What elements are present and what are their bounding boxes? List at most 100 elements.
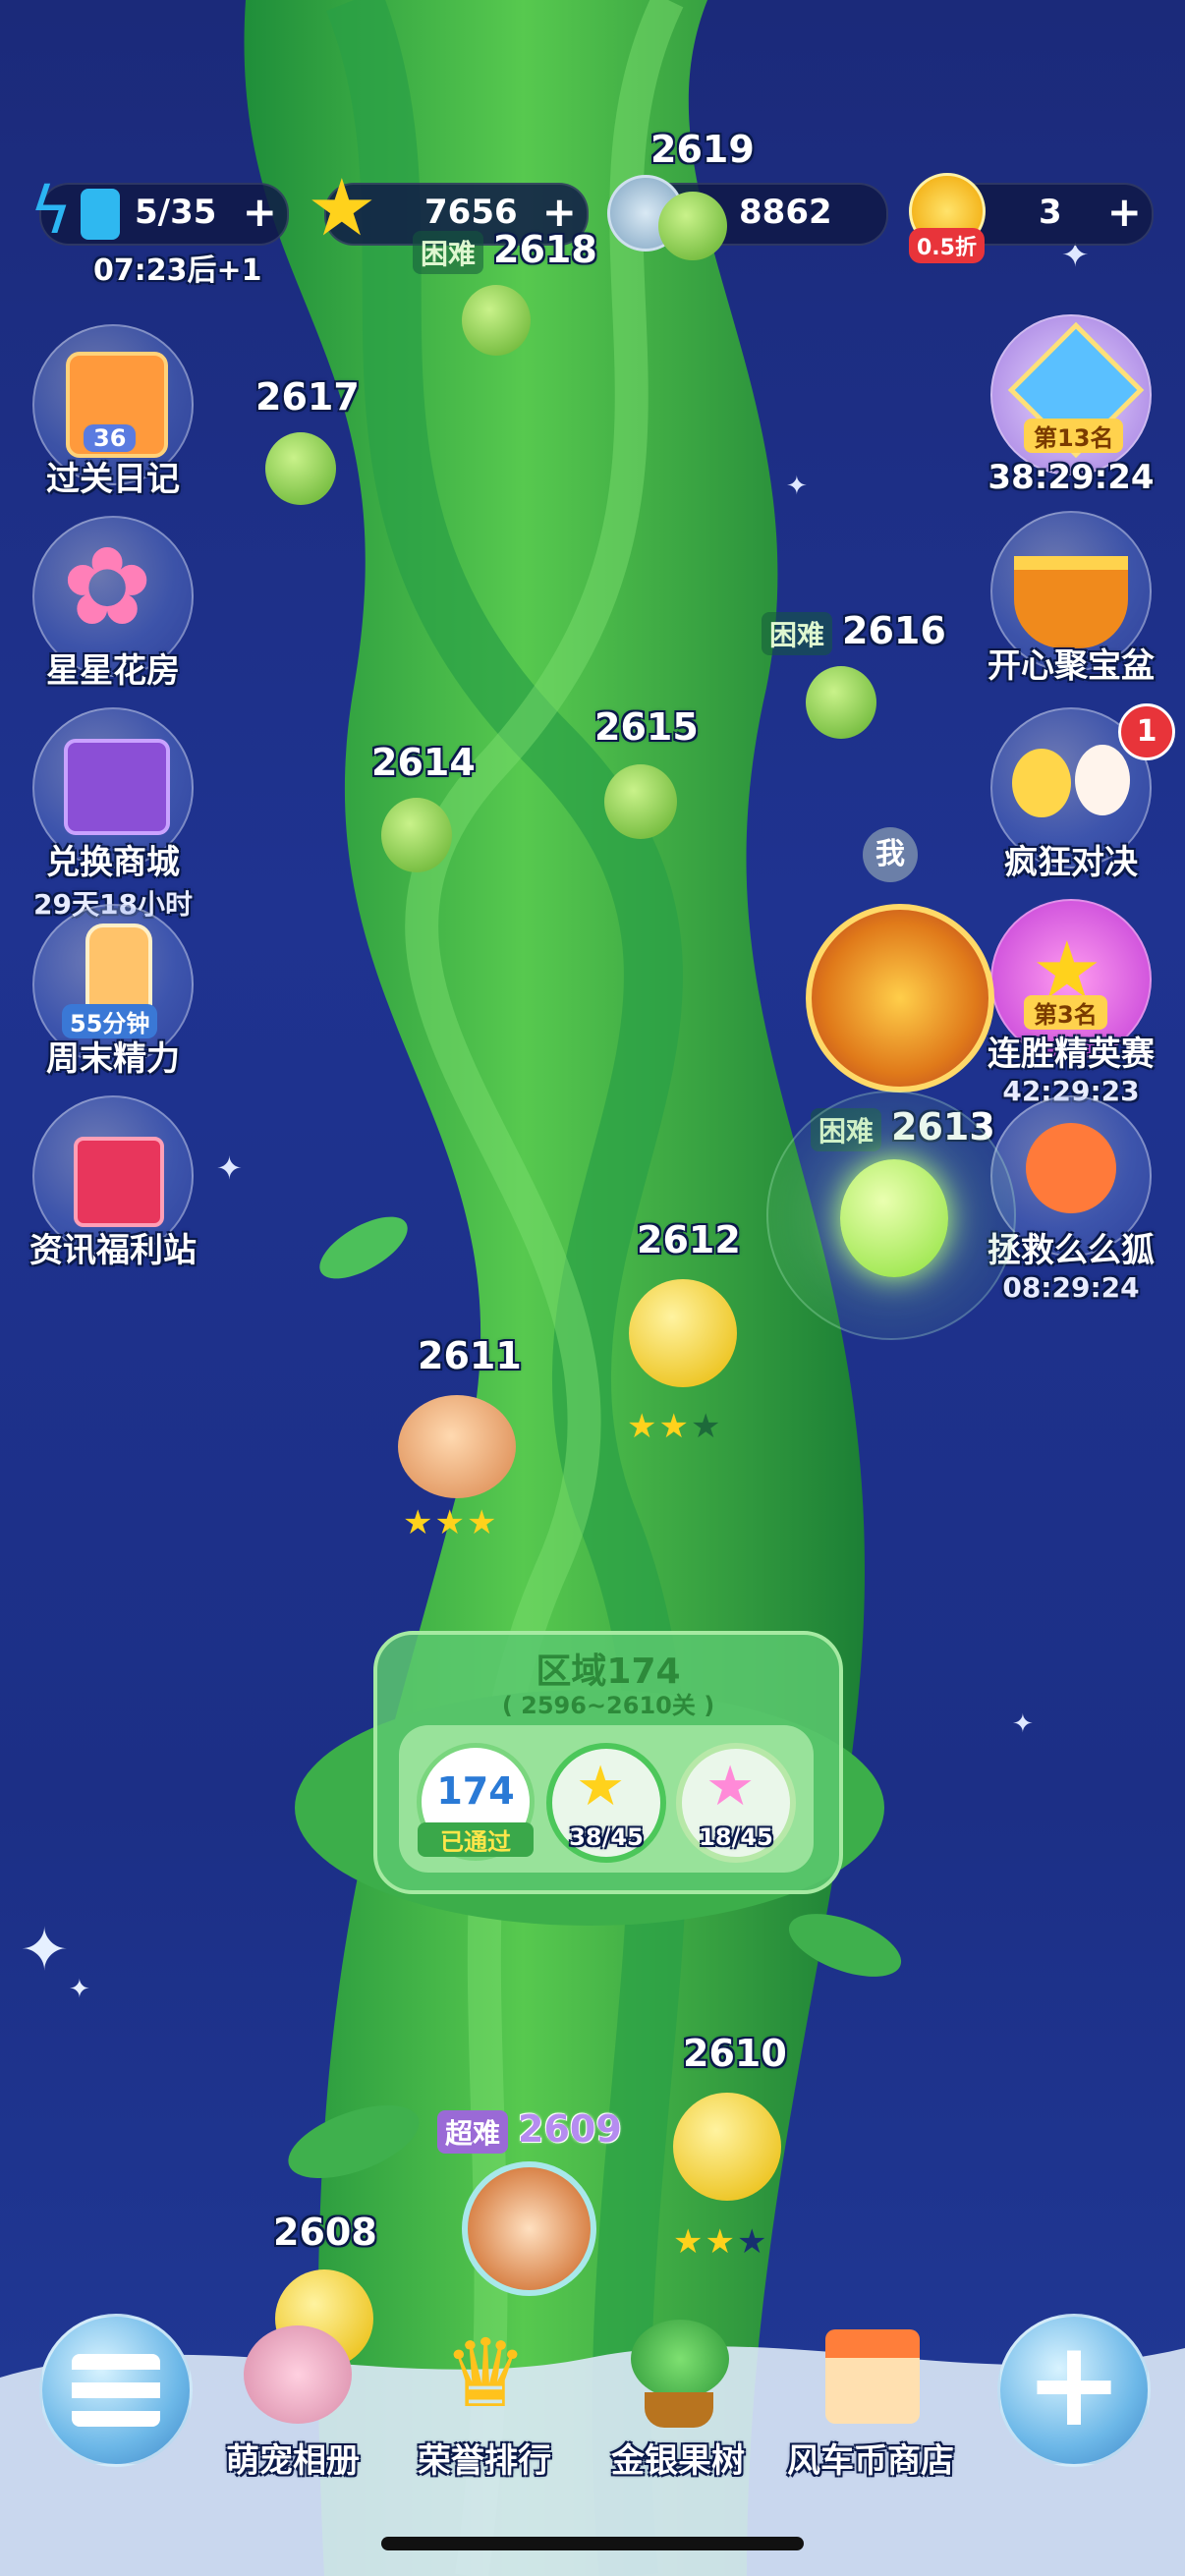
tree-icon (631, 2320, 729, 2398)
elite-rank-badge: 第3名 (1024, 995, 1107, 1030)
level-2609-row: 超难 2609 (437, 2107, 622, 2154)
level-2616-hard-tag: 困难 (762, 611, 833, 655)
news-welfare-button[interactable]: 资讯福利站 (15, 1095, 211, 1271)
pet-album-label: 萌宠相册 (226, 2441, 360, 2481)
level-diary-label: 过关日记 (46, 460, 180, 499)
star-icon: ★ (627, 1407, 659, 1446)
level-2618-row: 困难 2618 (413, 228, 597, 274)
pet-album-button[interactable]: 萌宠相册 (204, 2316, 381, 2482)
player-avatar[interactable] (806, 904, 994, 1092)
energy-fill (81, 189, 120, 240)
exchange-mall-button[interactable]: 兑换商城 29天18小时 (15, 707, 211, 923)
level-2612-stars: ★★★ (627, 1407, 722, 1446)
level-2613-node[interactable] (840, 1159, 948, 1277)
level-2609-label: 2609 (518, 2107, 622, 2151)
home-indicator[interactable] (381, 2537, 804, 2550)
shop-icon (825, 2329, 920, 2424)
level-2619-label: 2619 (650, 128, 755, 171)
zone-rainbow-count: 18/45 (699, 1823, 773, 1851)
level-2610-stars: ★★★ (673, 2222, 768, 2262)
gift-cards-icon (64, 739, 170, 835)
me-bubble: 我 (863, 827, 918, 882)
level-2610-node[interactable] (673, 2093, 781, 2201)
elite-streak-label: 连胜精英赛 (988, 1035, 1155, 1074)
level-2609-otter-node[interactable] (462, 2161, 596, 2296)
stars-value: 7656 (424, 193, 518, 232)
star-icon: ★ (576, 1755, 626, 1819)
crazy-duel-button[interactable]: 1 疯狂对决 (973, 703, 1175, 883)
star-icon: ★ (466, 1503, 499, 1542)
tree-pot-icon (645, 2392, 713, 2428)
news-welfare-label: 资讯福利站 (29, 1231, 197, 1270)
level-2614-node[interactable] (381, 798, 452, 872)
windmill-shop-label: 风车币商店 (787, 2441, 954, 2481)
coins-value: 8862 (739, 193, 832, 232)
level-2617-node[interactable] (265, 432, 336, 505)
elite-streak-button[interactable]: ★ 第3名 连胜精英赛 42:29:23 (973, 899, 1169, 1107)
notify-badge: 1 (1118, 703, 1175, 760)
tickets-add-button[interactable]: + (1107, 191, 1142, 234)
level-2608-label: 2608 (273, 2211, 377, 2254)
star-flower-house-label: 星星花房 (46, 651, 180, 691)
star-icon: ★ (307, 162, 377, 253)
rescue-fox-timer: 08:29:24 (1002, 1271, 1140, 1304)
zone-number-badge: 174 已通过 (417, 1743, 535, 1861)
discount-badge: 0.5折 (909, 228, 985, 263)
level-2616-node[interactable] (806, 666, 876, 739)
treasure-bowl-icon (1014, 556, 1128, 648)
star-icon: ★ (658, 1407, 691, 1446)
energy-timer: 07:23后+1 (93, 253, 262, 288)
level-2611-otter-node[interactable] (398, 1395, 516, 1498)
add-button[interactable]: + (997, 2314, 1151, 2467)
treasure-bowl-button[interactable]: 开心聚宝盆 (973, 511, 1169, 687)
tickets-value: 3 (1039, 193, 1062, 232)
level-2618-hard-tag: 困难 (413, 230, 484, 274)
menu-button[interactable] (39, 2314, 193, 2467)
level-2611-stars: ★★★ (403, 1503, 498, 1542)
zone-stats-box: 174 已通过 ★ 38/45 ★ 18/45 (399, 1725, 814, 1873)
ranking-event-timer: 38:29:24 (988, 458, 1155, 497)
level-2611-label: 2611 (418, 1334, 522, 1377)
star-empty-icon: ★ (736, 2222, 769, 2262)
level-2614-label: 2614 (371, 741, 476, 784)
star-icon: ★ (403, 1503, 435, 1542)
exchange-mall-label: 兑换商城 (46, 843, 180, 882)
crown-icon: ♛ (443, 2319, 529, 2429)
energy-lightning-icon: ϟ (29, 173, 73, 249)
energy-value: 5/35 (135, 193, 217, 232)
rainbow-star-icon: ★ (705, 1755, 756, 1819)
level-2618-node[interactable] (462, 285, 531, 356)
star-icon: ★ (673, 2222, 705, 2262)
menu-list-icon (72, 2354, 160, 2427)
level-2612-node[interactable] (629, 1279, 737, 1387)
weekend-energy-button[interactable]: 55分钟 周末精力 (15, 904, 211, 1080)
level-2615-node[interactable] (604, 764, 677, 839)
energy-add-button[interactable]: + (243, 191, 277, 234)
gold-silver-tree-button[interactable]: 金银果树 (590, 2316, 766, 2482)
fox-icon (1026, 1123, 1116, 1213)
level-2610-label: 2610 (683, 2032, 787, 2075)
zone-stars-progress: ★ 38/45 (546, 1743, 666, 1863)
plus-icon: + (1024, 2317, 1124, 2453)
rabbit-vs-icon (1075, 745, 1130, 815)
level-2617-label: 2617 (255, 375, 360, 419)
diary-badge: 36 (84, 424, 137, 452)
chick-vs-icon (1012, 749, 1071, 817)
zone-passed-label: 已通过 (418, 1822, 534, 1857)
cat-shell-icon (244, 2325, 352, 2424)
gift-box-icon (74, 1137, 164, 1227)
zone-panel[interactable]: 区域174 ( 2596~2610关 ) 174 已通过 ★ 38/45 ★ 1… (373, 1631, 843, 1894)
star-icon: ★ (434, 1503, 467, 1542)
windmill-shop-button[interactable]: 风车币商店 (782, 2316, 959, 2482)
honor-ranking-label: 荣誉排行 (418, 2441, 551, 2481)
level-diary-button[interactable]: 36 过关日记 (15, 324, 211, 500)
zone-rainbow-progress: ★ 18/45 (676, 1743, 796, 1863)
ranking-event-button[interactable]: 第13名 38:29:24 (973, 314, 1169, 497)
zone-stars-count: 38/45 (569, 1823, 644, 1851)
rank-badge: 第13名 (1024, 419, 1124, 453)
level-2619-node[interactable] (658, 192, 727, 260)
honor-ranking-button[interactable]: ♛ 荣誉排行 (396, 2316, 573, 2482)
level-2616-row: 困难 2616 (762, 609, 946, 655)
star-flower-house-button[interactable]: ✿ 星星花房 (15, 516, 211, 692)
energy-bar[interactable]: 5/35 + (39, 183, 289, 246)
